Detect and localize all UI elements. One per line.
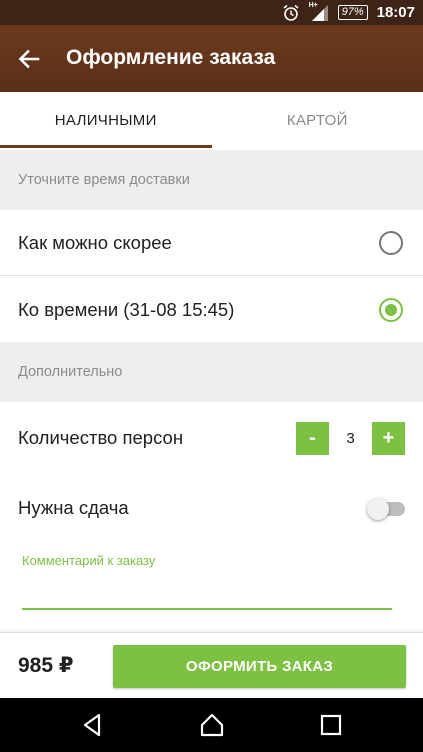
status-time: 18:07 xyxy=(376,4,415,21)
persons-row: Количество персон - 3 + xyxy=(0,402,423,474)
alarm-icon xyxy=(283,4,299,21)
order-total: 985 ₽ xyxy=(18,654,74,677)
change-row: Нужна сдача xyxy=(0,474,423,542)
delivery-section-header: Уточните время доставки xyxy=(0,150,423,210)
delivery-option-asap[interactable]: Как можно скорее xyxy=(0,210,423,276)
persons-count: 3 xyxy=(346,429,355,447)
back-button[interactable] xyxy=(14,45,44,73)
page-title: Оформление заказа xyxy=(66,46,276,69)
delivery-option-label: Как можно скорее xyxy=(18,231,172,253)
home-icon[interactable] xyxy=(199,712,225,738)
recent-apps-icon[interactable] xyxy=(318,712,344,738)
system-nav-bar xyxy=(0,698,423,752)
persons-stepper: - 3 + xyxy=(296,421,405,455)
radio-button-checked[interactable] xyxy=(379,297,403,322)
place-order-button[interactable]: ОФОРМИТЬ ЗАКАЗ xyxy=(113,645,406,688)
delivery-option-label: Ко времени (31-08 15:45) xyxy=(18,298,235,320)
radio-button-unchecked[interactable] xyxy=(379,230,403,255)
tab-card[interactable]: КАРТОЙ xyxy=(212,92,423,148)
payment-tabs: НАЛИЧНЫМИ КАРТОЙ xyxy=(0,92,423,148)
status-icons: H+ 97% 18:07 xyxy=(282,2,415,23)
back-triangle-icon[interactable] xyxy=(80,712,106,738)
extra-section-header: Дополнительно xyxy=(0,342,423,402)
increment-button[interactable]: + xyxy=(372,421,405,455)
delivery-option-scheduled[interactable]: Ко времени (31-08 15:45) xyxy=(0,277,423,342)
change-toggle[interactable] xyxy=(367,496,405,520)
comment-input[interactable] xyxy=(22,572,392,610)
persons-label: Количество персон xyxy=(18,427,184,448)
comment-label: Комментарий к заказу xyxy=(22,553,156,568)
decrement-button[interactable]: - xyxy=(296,421,329,455)
tab-cash[interactable]: НАЛИЧНЫМИ xyxy=(0,92,212,148)
change-label: Нужна сдача xyxy=(18,497,129,518)
app-bar: Оформление заказа xyxy=(0,25,423,92)
status-bar: H+ 97% 18:07 xyxy=(0,0,423,25)
battery-icon: 97% xyxy=(337,5,368,20)
signal-icon: H+ xyxy=(309,2,329,22)
order-footer: 985 ₽ ОФОРМИТЬ ЗАКАЗ xyxy=(0,632,423,698)
arrow-left-icon xyxy=(18,49,40,69)
